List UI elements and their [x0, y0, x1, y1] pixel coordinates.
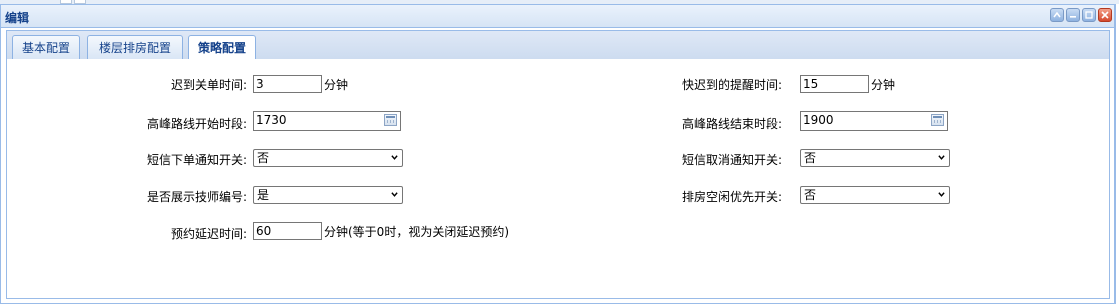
- sms-order-label: 短信下单通知开关:: [146, 153, 247, 167]
- show-tech-no-value: 是: [257, 188, 270, 202]
- room-idle-first-value: 否: [804, 188, 817, 202]
- late-close-input[interactable]: 3: [253, 75, 322, 93]
- late-close-value: 3: [256, 77, 264, 91]
- sms-order-value: 否: [257, 151, 270, 165]
- chevron-down-icon: [938, 155, 945, 160]
- peak-start-value: 1730: [256, 113, 287, 127]
- late-close-unit: 分钟: [324, 78, 349, 92]
- strategy-config-panel: 迟到关单时间: 3 分钟 快迟到的提醒时间: 15 分钟 高峰路线开始时段: 1…: [6, 59, 1110, 299]
- window-title: 编辑: [5, 11, 30, 25]
- sms-order-select[interactable]: 否: [253, 149, 403, 167]
- late-remind-input[interactable]: 15: [800, 75, 869, 93]
- minimize-icon[interactable]: [1066, 8, 1080, 22]
- booking-delay-label: 预约延迟时间:: [170, 227, 247, 241]
- tab-label: 基本配置: [21, 41, 70, 55]
- room-idle-first-select[interactable]: 否: [800, 186, 950, 204]
- room-idle-first-label: 排房空闲优先开关:: [681, 190, 782, 204]
- window-titlebar[interactable]: 编辑: [1, 5, 1114, 28]
- sms-cancel-value: 否: [804, 151, 817, 165]
- booking-delay-unit: 分钟(等于0时，视为关闭延迟预约): [324, 225, 509, 239]
- show-tech-no-select[interactable]: 是: [253, 186, 403, 204]
- chevron-down-icon: [391, 192, 398, 197]
- booking-delay-input[interactable]: 60: [253, 222, 322, 240]
- chevron-down-icon: [938, 192, 945, 197]
- window-tools: [1050, 8, 1112, 22]
- peak-end-input[interactable]: 1900: [800, 111, 948, 131]
- tab-bar: 基本配置 楼层排房配置 策略配置: [6, 30, 1110, 61]
- close-icon[interactable]: [1098, 8, 1112, 22]
- chevron-down-icon: [391, 155, 398, 160]
- tab-label: 楼层排房配置: [98, 41, 171, 55]
- peak-start-input[interactable]: 1730: [253, 111, 401, 131]
- maximize-icon[interactable]: [1082, 8, 1096, 22]
- tab-strategy-config[interactable]: 策略配置: [188, 35, 256, 61]
- peak-end-value: 1900: [803, 113, 834, 127]
- late-remind-value: 15: [803, 77, 819, 91]
- peak-end-label: 高峰路线结束时段:: [681, 117, 782, 131]
- late-close-label: 迟到关单时间:: [170, 78, 247, 92]
- tab-floor-room-config[interactable]: 楼层排房配置: [87, 35, 183, 60]
- show-tech-no-label: 是否展示技师编号:: [146, 190, 247, 204]
- late-remind-label: 快迟到的提醒时间:: [681, 78, 782, 92]
- booking-delay-value: 60: [256, 224, 272, 238]
- peak-start-label: 高峰路线开始时段:: [146, 117, 247, 131]
- calendar-icon[interactable]: [931, 114, 944, 126]
- tab-label: 策略配置: [197, 41, 246, 55]
- sms-cancel-label: 短信取消通知开关:: [681, 153, 782, 167]
- sms-cancel-select[interactable]: 否: [800, 149, 950, 167]
- collapse-icon[interactable]: [1050, 8, 1064, 22]
- late-remind-unit: 分钟: [871, 78, 896, 92]
- tab-basic-config[interactable]: 基本配置: [12, 35, 80, 60]
- calendar-icon[interactable]: [384, 114, 397, 126]
